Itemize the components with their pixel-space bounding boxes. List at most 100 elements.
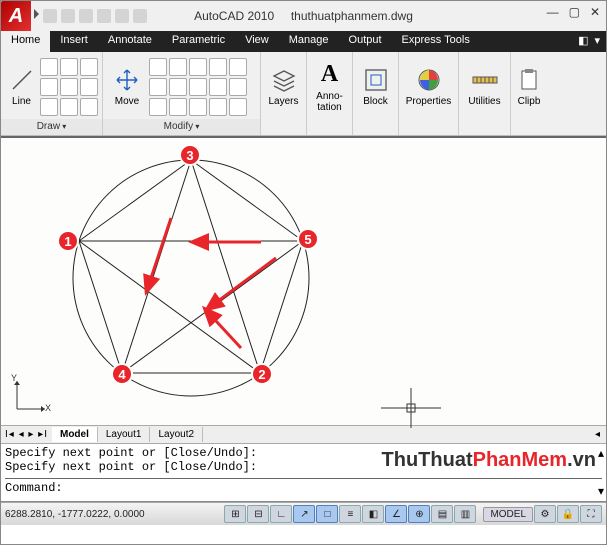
break-icon[interactable] xyxy=(229,98,247,116)
tab-home[interactable]: Home xyxy=(1,31,50,52)
panel-modify-title[interactable]: Modify xyxy=(164,121,200,132)
ribbon: Line Draw Move xyxy=(1,52,606,136)
circle-icon[interactable] xyxy=(40,78,58,96)
qat-redo-icon[interactable] xyxy=(115,9,129,23)
polyline-icon[interactable] xyxy=(40,58,58,76)
line-button[interactable]: Line xyxy=(5,56,38,118)
stretch-icon[interactable] xyxy=(149,98,167,116)
join-icon[interactable] xyxy=(209,98,227,116)
ribbon-minimize-icon[interactable]: ▾ xyxy=(594,34,600,49)
utilities-label: Utilities xyxy=(468,96,500,107)
qat-undo-icon[interactable] xyxy=(97,9,111,23)
copy-icon[interactable] xyxy=(149,58,167,76)
layout-scroll-left[interactable]: ◂ xyxy=(589,429,606,440)
clipboard-button[interactable]: Clipb xyxy=(515,56,543,118)
move-label: Move xyxy=(115,96,139,107)
transparency-toggle[interactable]: ◧ xyxy=(362,505,384,523)
layout-nav-buttons[interactable]: I◂ ◂ ▸ ▸I xyxy=(1,429,52,440)
tab-insert[interactable]: Insert xyxy=(50,31,98,52)
offset-icon[interactable] xyxy=(169,98,187,116)
cursor-crosshair xyxy=(381,388,441,428)
array-icon[interactable] xyxy=(209,78,227,96)
extend-icon[interactable] xyxy=(209,58,227,76)
lineweight-toggle[interactable]: ≡ xyxy=(339,505,361,523)
rectangle-icon[interactable] xyxy=(60,78,78,96)
hatch-icon[interactable] xyxy=(40,98,58,116)
region-icon[interactable] xyxy=(80,98,98,116)
annotation-scale-icon[interactable]: ⛶ xyxy=(580,505,602,523)
grid-toggle[interactable]: ⊟ xyxy=(247,505,269,523)
app-name: AutoCAD 2010 xyxy=(194,9,274,23)
utilities-button[interactable]: Utilities xyxy=(463,56,506,118)
mirror-icon[interactable] xyxy=(149,78,167,96)
qat-save-icon[interactable] xyxy=(79,9,93,23)
command-prompt-label: Command: xyxy=(5,481,63,495)
annotation-label: Anno- tation xyxy=(316,91,343,113)
properties-button[interactable]: Properties xyxy=(403,56,454,118)
ortho-toggle[interactable]: ∟ xyxy=(270,505,292,523)
fillet-icon[interactable] xyxy=(189,78,207,96)
cmd-scroll-up[interactable]: ▴ xyxy=(598,446,604,461)
panel-draw-title[interactable]: Draw xyxy=(37,121,67,132)
qat-open-icon[interactable] xyxy=(61,9,75,23)
annotation-button[interactable]: A Anno- tation xyxy=(311,56,348,118)
panel-clipboard: Clipb xyxy=(511,52,545,135)
app-menu-button[interactable] xyxy=(1,1,31,31)
qat-print-icon[interactable] xyxy=(133,9,147,23)
tab-manage[interactable]: Manage xyxy=(279,31,339,52)
ucs-y-label: Y xyxy=(11,373,17,383)
move-button[interactable]: Move xyxy=(107,56,147,118)
arc-icon[interactable] xyxy=(60,58,78,76)
block-label: Block xyxy=(363,96,387,107)
panel-modify: Move Modify xyxy=(103,52,261,135)
tab-annotate[interactable]: Annotate xyxy=(98,31,162,52)
lock-ui-icon[interactable]: 🔒 xyxy=(557,505,579,523)
block-button[interactable]: Block xyxy=(357,56,394,118)
panel-block: Block xyxy=(353,52,399,135)
rotate-icon[interactable] xyxy=(169,58,187,76)
tab-model-space[interactable]: Model xyxy=(52,427,98,442)
spline-icon[interactable] xyxy=(80,58,98,76)
tab-layout2[interactable]: Layout2 xyxy=(150,427,203,442)
quick-access-toolbar xyxy=(43,9,147,23)
tab-layout1[interactable]: Layout1 xyxy=(98,427,151,442)
qp-toggle[interactable]: ▤ xyxy=(431,505,453,523)
polar-toggle[interactable]: ↗ xyxy=(293,505,315,523)
tab-view[interactable]: View xyxy=(235,31,279,52)
point-icon[interactable] xyxy=(60,98,78,116)
tab-output[interactable]: Output xyxy=(339,31,392,52)
ucs-icon: X Y xyxy=(11,377,49,417)
minimize-button[interactable]: — xyxy=(547,5,559,19)
ellipse-icon[interactable] xyxy=(80,78,98,96)
workspace-switch-icon[interactable]: ⚙ xyxy=(534,505,556,523)
otrack-toggle[interactable]: ∠ xyxy=(385,505,407,523)
qat-new-icon[interactable] xyxy=(43,9,57,23)
dyn-input-toggle[interactable]: ⊕ xyxy=(408,505,430,523)
cmd-scroll-down[interactable]: ▾ xyxy=(598,484,604,499)
sc-toggle[interactable]: ▥ xyxy=(454,505,476,523)
model-space-indicator[interactable]: MODEL xyxy=(483,507,533,522)
panel-layers: Layers xyxy=(261,52,307,135)
drawing-canvas[interactable]: 1 2 3 4 5 X Y xyxy=(1,136,606,426)
ucs-x-label: X xyxy=(45,403,51,413)
osnap-toggle[interactable]: □ xyxy=(316,505,338,523)
point-badge-4: 4 xyxy=(111,363,133,385)
arrow-5-to-4 xyxy=(206,258,276,310)
drawing-svg xyxy=(1,138,607,428)
maximize-button[interactable]: ▢ xyxy=(569,5,580,19)
erase-icon[interactable] xyxy=(229,58,247,76)
line-label: Line xyxy=(12,96,31,107)
layers-button[interactable]: Layers xyxy=(265,56,302,118)
watermark: ThuThuatPhanMem.vn xyxy=(382,449,596,472)
scale-icon[interactable] xyxy=(169,78,187,96)
snap-toggle[interactable]: ⊞ xyxy=(224,505,246,523)
explode-icon[interactable] xyxy=(229,78,247,96)
status-toggle-buttons: ⊞ ⊟ ∟ ↗ □ ≡ ◧ ∠ ⊕ ▤ ▥ MODEL ⚙ 🔒 ⛶ xyxy=(224,505,602,523)
tab-express-tools[interactable]: Express Tools xyxy=(392,31,480,52)
tab-parametric[interactable]: Parametric xyxy=(162,31,235,52)
close-button[interactable]: ✕ xyxy=(590,5,600,19)
chamfer-icon[interactable] xyxy=(189,98,207,116)
trim-icon[interactable] xyxy=(189,58,207,76)
ribbon-help-icon[interactable]: ◧ xyxy=(578,34,588,49)
panel-properties: Properties xyxy=(399,52,459,135)
